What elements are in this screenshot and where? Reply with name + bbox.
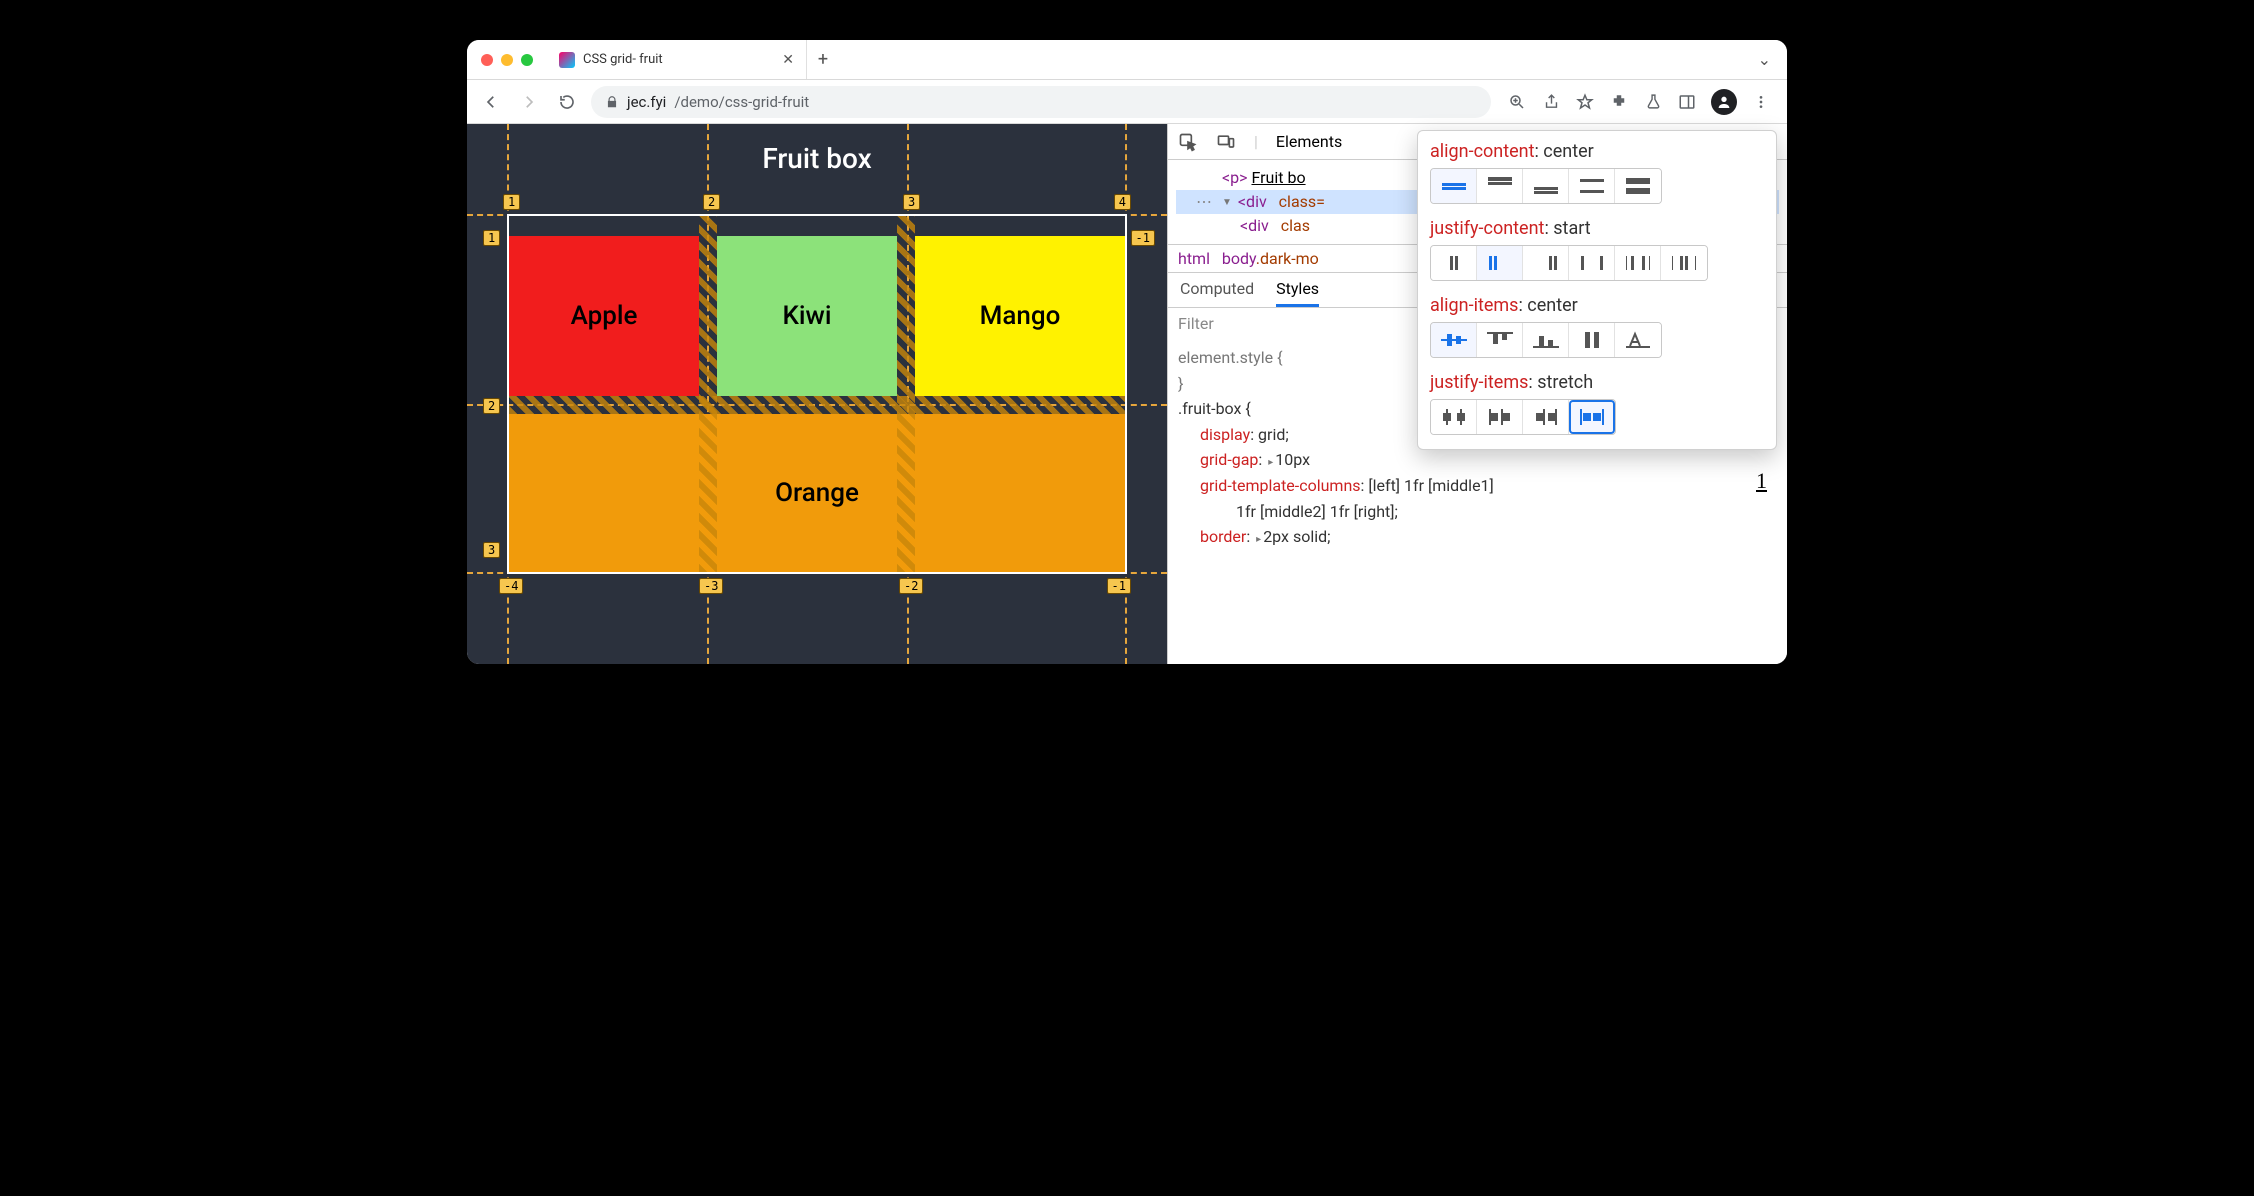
- lock-icon: [605, 95, 619, 109]
- tab-styles[interactable]: Styles: [1276, 279, 1319, 307]
- grid-editor-option[interactable]: [1523, 169, 1569, 203]
- bookmark-icon[interactable]: [1575, 92, 1595, 112]
- grid-editor-option[interactable]: [1615, 323, 1661, 357]
- grid-cell-mango: Mango: [915, 236, 1125, 396]
- grid-cell-apple: Apple: [509, 236, 699, 396]
- grid-editor-option[interactable]: [1615, 169, 1661, 203]
- grid-editor-option[interactable]: [1523, 323, 1569, 357]
- grid-editor-option[interactable]: [1431, 246, 1477, 280]
- browser-window: CSS grid- fruit ✕ + ⌄ jec.fyi/demo/css-g…: [467, 40, 1787, 664]
- grid-editor-option[interactable]: [1477, 169, 1523, 203]
- back-button[interactable]: [477, 88, 505, 116]
- col-line-tag: 1: [503, 194, 520, 210]
- share-icon[interactable]: [1541, 92, 1561, 112]
- grid-editor-option[interactable]: [1431, 323, 1477, 357]
- col-line-tag: -2: [899, 578, 923, 594]
- grid-editor-option[interactable]: [1615, 246, 1661, 280]
- minimize-window-button[interactable]: [501, 54, 513, 66]
- tab-computed[interactable]: Computed: [1180, 279, 1254, 307]
- col-line-tag: -1: [1107, 578, 1131, 594]
- page-heading: Fruit box: [467, 124, 1167, 175]
- favicon: [559, 52, 575, 68]
- grid-editor-option[interactable]: [1661, 246, 1707, 280]
- col-line-tag: 3: [903, 194, 920, 210]
- grid-editor-option[interactable]: [1477, 246, 1523, 280]
- grid-cell-kiwi: Kiwi: [717, 236, 897, 396]
- row-line-tag: 1: [483, 230, 500, 246]
- device-icon[interactable]: [1216, 132, 1236, 152]
- tab-elements[interactable]: Elements: [1276, 132, 1342, 151]
- grid-editor-option[interactable]: [1431, 169, 1477, 203]
- grid-editor-option[interactable]: [1477, 400, 1523, 434]
- grid-editor-option[interactable]: [1523, 400, 1569, 434]
- inspect-icon[interactable]: [1178, 132, 1198, 152]
- maximize-window-button[interactable]: [521, 54, 533, 66]
- profile-avatar[interactable]: [1711, 89, 1737, 115]
- toolbar-right: [1501, 89, 1777, 115]
- grid-editor-option[interactable]: [1569, 323, 1615, 357]
- row-line-tag: -1: [1131, 230, 1155, 246]
- row-line-tag: 2: [483, 398, 500, 414]
- titlebar: CSS grid- fruit ✕ + ⌄: [467, 40, 1787, 80]
- col-line-tag: 2: [703, 194, 720, 210]
- content-area: Fruit box Apple Kiwi Mango Orange: [467, 124, 1787, 664]
- tab-title: CSS grid- fruit: [583, 52, 663, 67]
- window-controls: [467, 54, 547, 66]
- extensions-icon[interactable]: [1609, 92, 1629, 112]
- forward-button[interactable]: [515, 88, 543, 116]
- toolbar: jec.fyi/demo/css-grid-fruit: [467, 80, 1787, 124]
- grid-overlay: Apple Kiwi Mango Orange 1 2 3 4 1 2 -1 3…: [507, 214, 1127, 574]
- menu-icon[interactable]: [1751, 92, 1771, 112]
- col-line-tag: -3: [699, 578, 723, 594]
- zoom-icon[interactable]: [1507, 92, 1527, 112]
- source-link[interactable]: 1: [1756, 468, 1767, 494]
- grid-editor-option[interactable]: [1569, 169, 1615, 203]
- browser-tab[interactable]: CSS grid- fruit ✕: [547, 40, 807, 79]
- url-path: /demo/css-grid-fruit: [674, 93, 809, 111]
- grid-editor-option[interactable]: [1569, 246, 1615, 280]
- reload-button[interactable]: [553, 88, 581, 116]
- grid-editor-option[interactable]: [1477, 323, 1523, 357]
- tab-close-button[interactable]: ✕: [782, 52, 794, 68]
- close-window-button[interactable]: [481, 54, 493, 66]
- grid-editor-option[interactable]: [1431, 400, 1477, 434]
- grid-editor-popover: align-content: centerjustify-content: st…: [1417, 130, 1777, 450]
- grid-cell-orange: Orange: [509, 414, 1125, 572]
- tabs-dropdown-button[interactable]: ⌄: [1742, 50, 1787, 69]
- labs-icon[interactable]: [1643, 92, 1663, 112]
- devtools-panel: | Elements <p>Fruit bo ⋯▼<div class= <di…: [1167, 124, 1787, 664]
- new-tab-button[interactable]: +: [807, 49, 839, 70]
- panel-icon[interactable]: [1677, 92, 1697, 112]
- address-bar[interactable]: jec.fyi/demo/css-grid-fruit: [591, 86, 1491, 118]
- col-line-tag: 4: [1114, 194, 1131, 210]
- rendered-page: Fruit box Apple Kiwi Mango Orange: [467, 124, 1167, 664]
- col-line-tag: -4: [499, 578, 523, 594]
- grid-editor-option[interactable]: [1523, 246, 1569, 280]
- grid-editor-option[interactable]: [1569, 400, 1615, 434]
- url-host: jec.fyi: [627, 93, 666, 111]
- row-line-tag: 3: [483, 542, 500, 558]
